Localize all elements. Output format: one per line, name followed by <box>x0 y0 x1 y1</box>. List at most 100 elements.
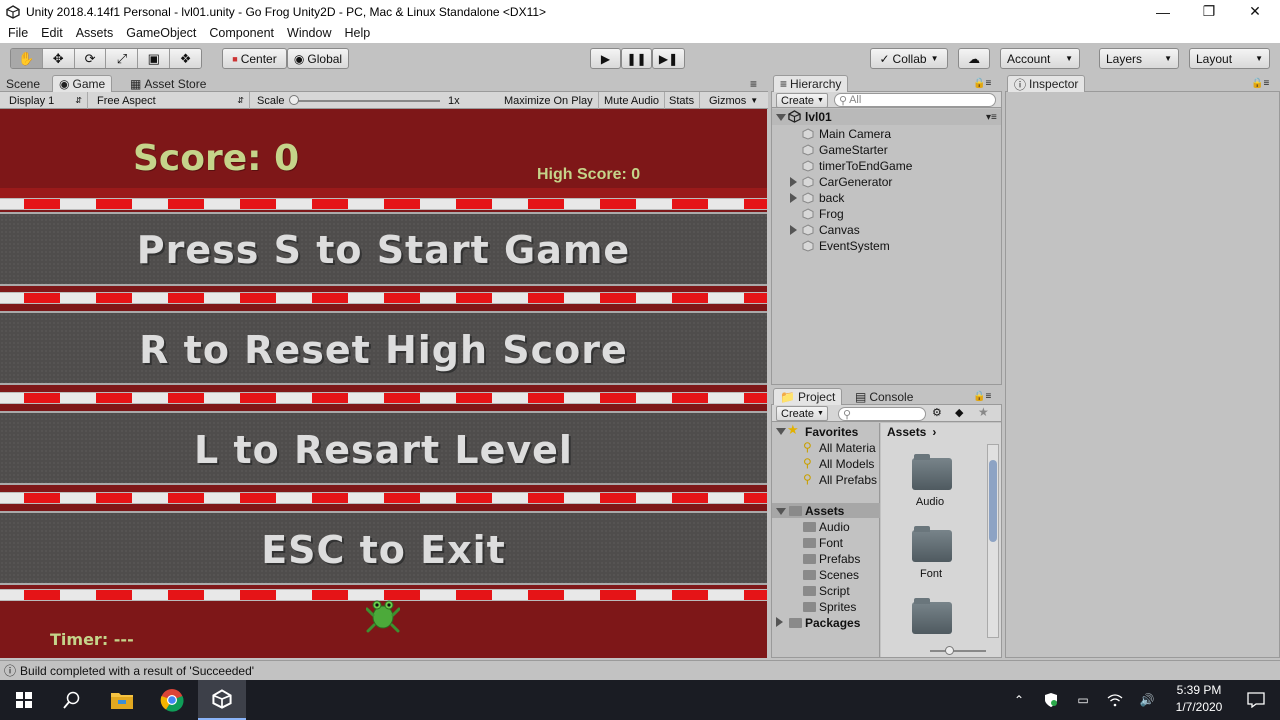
menu-file[interactable]: File <box>3 26 33 40</box>
play-button[interactable]: ▶ <box>590 48 621 69</box>
tab-scene[interactable]: Scene <box>0 75 46 92</box>
chrome-icon[interactable] <box>148 680 196 720</box>
asset-grid-item-label[interactable]: Font <box>886 568 976 580</box>
game-view[interactable] <box>0 109 767 658</box>
display-dropdown[interactable]: Display 1 ⇵ <box>4 92 88 109</box>
account-dropdown[interactable]: Account ▼ <box>1000 48 1080 69</box>
tab-console[interactable]: ▤ Console <box>849 388 919 405</box>
hierarchy-item-frog[interactable]: Frog <box>819 207 844 221</box>
hierarchy-item-timer[interactable]: timerToEndGame <box>819 159 912 173</box>
expand-arrow-icon[interactable] <box>790 193 797 203</box>
pause-button[interactable]: ❚❚ <box>621 48 652 69</box>
pivot-center-button[interactable]: ■ Center <box>222 48 287 69</box>
close-icon[interactable]: ✕ <box>1232 0 1278 23</box>
expand-arrow-icon[interactable] <box>776 428 786 435</box>
layers-dropdown[interactable]: Layers ▼ <box>1099 48 1179 69</box>
hand-tool-icon[interactable]: ✋ <box>11 49 43 68</box>
scrollbar-thumb[interactable] <box>989 460 997 542</box>
cloud-button[interactable]: ☁ <box>958 48 990 69</box>
folder-icon[interactable] <box>912 454 952 490</box>
maximize-on-play-button[interactable]: Maximize On Play <box>499 92 599 109</box>
lock-icon[interactable]: 🔒≡ <box>1245 75 1275 92</box>
hierarchy-search-input[interactable]: ⚲ All <box>834 93 996 107</box>
expand-arrow-icon[interactable] <box>776 114 786 121</box>
menu-gameobject[interactable]: GameObject <box>121 26 201 40</box>
lock-icon[interactable]: 🔒≡ <box>967 388 997 405</box>
filter-type-icon[interactable]: ⚙ <box>932 406 942 419</box>
asset-grid-item-label[interactable]: Audio <box>886 496 974 508</box>
tab-hierarchy[interactable]: ≡ Hierarchy <box>773 75 849 92</box>
packages-tree-label[interactable]: Packages <box>805 616 860 630</box>
rotate-tool-icon[interactable]: ⟳ <box>74 49 107 68</box>
zoom-slider[interactable] <box>930 650 986 652</box>
scale-slider-thumb[interactable] <box>289 95 299 105</box>
asset-folder-font[interactable]: Font <box>819 536 843 550</box>
favorite-item[interactable]: All Materia <box>819 441 876 455</box>
asset-folder-sprites[interactable]: Sprites <box>819 600 856 614</box>
breadcrumb-assets[interactable]: Assets <box>887 425 926 439</box>
panel-menu-icon[interactable]: ≡ <box>744 75 763 92</box>
project-search-input[interactable]: ⚲ <box>838 407 926 421</box>
favorite-star-icon[interactable]: ★ <box>978 405 989 419</box>
notifications-icon[interactable] <box>1232 680 1280 720</box>
zoom-slider-thumb[interactable] <box>945 646 954 655</box>
hierarchy-item-back[interactable]: back <box>819 191 844 205</box>
windows-start-icon[interactable] <box>0 680 48 720</box>
pivot-global-button[interactable]: ◉ Global <box>287 48 349 69</box>
tab-inspector[interactable]: ⓘ Inspector <box>1007 75 1086 92</box>
scene-menu-icon[interactable]: ▾≡ <box>980 109 1003 125</box>
layout-dropdown[interactable]: Layout ▼ <box>1189 48 1270 69</box>
project-create-button[interactable]: Create ▼ <box>776 406 828 421</box>
chevron-up-icon[interactable]: ⌃ <box>1004 680 1034 720</box>
folder-icon[interactable] <box>912 598 952 634</box>
menu-help[interactable]: Help <box>339 26 375 40</box>
lock-icon[interactable]: 🔒≡ <box>967 75 997 92</box>
asset-folder-prefabs[interactable]: Prefabs <box>819 552 860 566</box>
aspect-dropdown[interactable]: Free Aspect ⇵ <box>92 92 250 109</box>
volume-icon[interactable]: 🔊 <box>1132 680 1162 720</box>
asset-folder-audio[interactable]: Audio <box>819 520 850 534</box>
scale-tool-icon[interactable]: ⤢ <box>106 49 139 68</box>
favorite-item[interactable]: All Models <box>819 457 874 471</box>
restore-icon[interactable]: ❐ <box>1186 0 1232 23</box>
hierarchy-item-gamestarter[interactable]: GameStarter <box>819 143 888 157</box>
hierarchy-create-button[interactable]: Create ▼ <box>776 93 828 108</box>
asset-folder-script[interactable]: Script <box>819 584 850 598</box>
clock[interactable]: 5:39 PM 1/7/2020 <box>1164 682 1234 718</box>
wifi-icon[interactable] <box>1100 680 1130 720</box>
hierarchy-item-canvas[interactable]: Canvas <box>819 223 860 237</box>
security-shield-icon[interactable] <box>1036 680 1066 720</box>
rect-tool-icon[interactable]: ▣ <box>138 49 171 68</box>
minimize-icon[interactable]: — <box>1140 0 1186 23</box>
expand-arrow-icon[interactable] <box>790 225 797 235</box>
expand-arrow-icon[interactable] <box>776 617 783 627</box>
favorites-label[interactable]: Favorites <box>805 425 858 439</box>
menu-component[interactable]: Component <box>204 26 279 40</box>
gizmos-dropdown[interactable]: Gizmos ▼ <box>704 92 763 109</box>
scale-slider[interactable] <box>292 100 440 102</box>
search-icon[interactable] <box>48 680 96 720</box>
favorite-item[interactable]: All Prefabs <box>819 473 877 487</box>
menu-assets[interactable]: Assets <box>71 26 119 40</box>
menu-edit[interactable]: Edit <box>36 26 68 40</box>
filter-label-icon[interactable]: ◆ <box>955 406 963 419</box>
folder-icon[interactable] <box>912 526 952 562</box>
asset-folder-scenes[interactable]: Scenes <box>819 568 859 582</box>
move-tool-icon[interactable]: ✥ <box>42 49 75 68</box>
mute-audio-button[interactable]: Mute Audio <box>599 92 666 109</box>
hierarchy-item-cargenerator[interactable]: CarGenerator <box>819 175 892 189</box>
file-explorer-icon[interactable] <box>98 680 146 720</box>
transform-tool-icon[interactable]: ❖ <box>170 49 201 68</box>
expand-arrow-icon[interactable] <box>790 177 797 187</box>
menu-window[interactable]: Window <box>282 26 336 40</box>
tab-game[interactable]: ◉ Game <box>52 75 113 92</box>
expand-arrow-icon[interactable] <box>776 508 786 515</box>
unity-taskbar-icon[interactable] <box>198 680 246 720</box>
battery-icon[interactable]: ▭ <box>1068 680 1098 720</box>
status-message[interactable]: Build completed with a result of 'Succee… <box>20 664 254 678</box>
stats-button[interactable]: Stats <box>664 92 701 109</box>
hierarchy-item-main-camera[interactable]: Main Camera <box>819 127 891 141</box>
collab-button[interactable]: ✓ Collab ▼ <box>870 48 948 69</box>
tab-project[interactable]: 📁 Project <box>773 388 843 405</box>
step-button[interactable]: ▶❚ <box>652 48 685 69</box>
